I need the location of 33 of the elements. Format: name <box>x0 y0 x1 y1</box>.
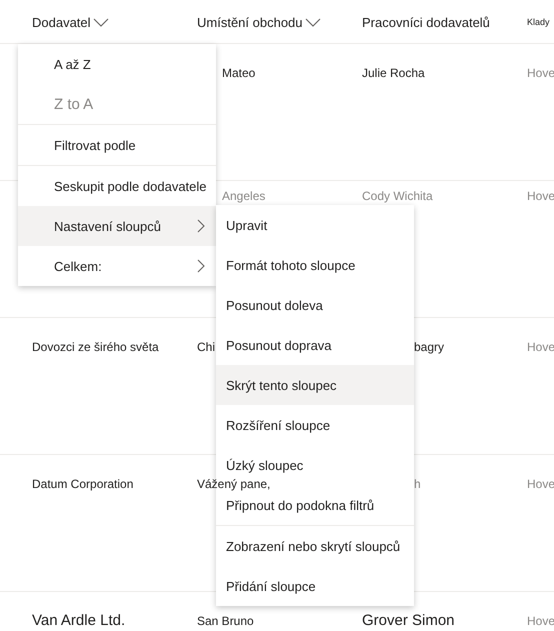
table-cell: h <box>414 477 421 491</box>
menu-item[interactable]: Skrýt tento sloupec <box>216 365 414 405</box>
chevron-right-icon <box>197 219 206 233</box>
chevron-down-icon <box>304 18 321 27</box>
table-cell: Julie Rocha <box>362 66 425 80</box>
table-cell: Cody Wichita <box>362 189 433 203</box>
table-cell: Van Ardle Ltd. <box>32 612 126 629</box>
column-header: Klady <box>527 16 550 26</box>
menu-item[interactable]: Upravit <box>216 205 414 245</box>
menu-item[interactable]: Posunout doleva <box>216 285 414 325</box>
table-cell: bagry <box>414 340 444 354</box>
menu-item[interactable]: Seskupit podle dodavatele <box>18 165 216 206</box>
table-cell: Datum Corporation <box>32 477 134 491</box>
chevron-right-icon <box>197 259 206 273</box>
table-cell: Grover Simon <box>362 612 455 629</box>
table-cell: Dovozci ze širého světa <box>32 340 159 354</box>
menu-item[interactable]: Celkem: <box>18 246 216 286</box>
menu-item[interactable]: A až Z <box>18 44 216 84</box>
menu-item[interactable]: Zobrazení nebo skrytí sloupců <box>216 525 414 566</box>
menu-item[interactable]: Formát tohoto sloupce <box>216 245 414 285</box>
column-header[interactable]: Umístění obchodu <box>197 15 321 30</box>
table-cell: Angeles <box>222 189 266 203</box>
menu-item[interactable]: Rozšíření sloupce <box>216 405 414 445</box>
table-cell: Chi <box>197 340 216 354</box>
menu-item[interactable]: Nastavení sloupců <box>18 206 216 246</box>
column-header[interactable]: Dodavatel <box>32 15 109 30</box>
menu-item[interactable]: Posunout doprava <box>216 325 414 365</box>
chevron-down-icon <box>92 18 109 27</box>
table-cell: Mateo <box>222 66 256 80</box>
menu-item[interactable]: Filtrovat podle <box>18 124 216 165</box>
table-cell: San Bruno <box>197 614 254 628</box>
menu-item[interactable]: Přidání sloupce <box>216 566 414 606</box>
column-header: Pracovníci dodavatelů <box>362 15 490 30</box>
